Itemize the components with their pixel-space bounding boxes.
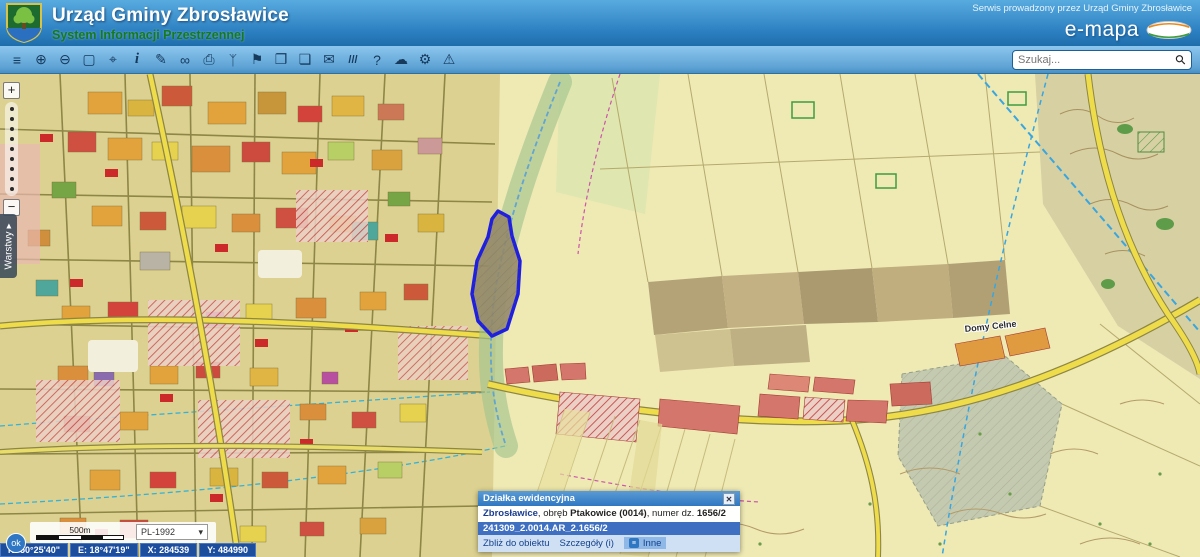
parcel-identifier-row[interactable]: 241309_2.0014.AR_2.1656/2: [478, 522, 740, 535]
page-title: Urząd Gminy Zbrosławice: [52, 5, 289, 27]
zoom-step-dot[interactable]: [10, 187, 14, 191]
geoportal-logo: [1146, 21, 1192, 39]
select-area-icon[interactable]: ▢: [77, 49, 101, 71]
zoom-step-dot[interactable]: [10, 127, 14, 131]
projection-select[interactable]: PL-1992 ▾: [136, 524, 208, 540]
coord-y: Y: 484990: [199, 543, 256, 557]
link-icon[interactable]: ∞: [173, 49, 197, 71]
parcel-obreb: Ptakowice (0014): [570, 508, 647, 519]
zoom-step-dot[interactable]: [10, 167, 14, 171]
zoom-in-icon[interactable]: ⊕: [29, 49, 53, 71]
parcel-town: Zbrosławice: [483, 508, 538, 519]
zoom-slider[interactable]: [5, 102, 18, 196]
emapa-brand: e-mapa: [1065, 18, 1139, 42]
parcel-number: 1656/2: [697, 508, 726, 519]
search-box[interactable]: ⚲: [1012, 50, 1192, 70]
map-canvas[interactable]: Domy Celne: [0, 74, 1200, 557]
layers-icon[interactable]: ≡: [5, 49, 29, 71]
inne-label: Inne: [643, 538, 662, 549]
toolbar: ≡ ⊕ ⊖ ▢ ⌖ i ✎ ∞ ⎙ ᛉ ⚑ ❐ ❏ ✉ /// ? ☁ ⚙ ⚠ …: [0, 46, 1200, 74]
zoom-step-dot[interactable]: [10, 117, 14, 121]
popup-actions: Zbliż do obiektu Szczegóły (i) ≡ Inne: [478, 535, 740, 552]
header: Urząd Gminy Zbrosławice System Informacj…: [0, 0, 1200, 46]
scale-widget: 500m: [36, 525, 124, 540]
alerts-icon[interactable]: ⚠: [437, 49, 461, 71]
print-icon[interactable]: ⎙: [197, 49, 221, 71]
search-icon[interactable]: ⚲: [1172, 50, 1190, 68]
zoom-panel: + −: [3, 82, 20, 216]
copy-view-icon[interactable]: ❐: [269, 49, 293, 71]
coordinate-readout: N: 50°25'40" E: 18°47'19" X: 284539 Y: 4…: [0, 543, 256, 557]
zoom-step-dot[interactable]: [10, 107, 14, 111]
chevron-expand-icon: ▸: [3, 223, 14, 228]
coord-longitude: E: 18°47'19": [70, 543, 138, 557]
zoom-step-dot[interactable]: [10, 177, 14, 181]
message-icon[interactable]: ✉: [317, 49, 341, 71]
popup-title: Działka ewidencyjna: [483, 493, 575, 504]
pan-center-icon[interactable]: ⌖: [101, 49, 125, 71]
title-block: Urząd Gminy Zbrosławice System Informacj…: [52, 5, 289, 42]
layers-tab-label: Warstwy: [3, 231, 14, 269]
scale-panel: 500m PL-1992 ▾: [30, 522, 216, 543]
zoom-step-dot[interactable]: [10, 137, 14, 141]
municipality-crest-logo: [5, 2, 43, 44]
projection-value: PL-1992: [141, 527, 175, 537]
chevron-down-icon: ▾: [198, 527, 203, 538]
info-icon[interactable]: i: [125, 49, 149, 71]
gallery-icon[interactable]: ❏: [293, 49, 317, 71]
inne-icon: ≡: [629, 538, 639, 548]
layers-panel-tab[interactable]: Warstwy ▸: [0, 214, 17, 278]
zoom-out-icon[interactable]: ⊖: [53, 49, 77, 71]
parcel-description: Zbrosławice, obręb Ptakowice (0014), num…: [478, 506, 740, 522]
page-subtitle: System Informacji Przestrzennej: [52, 28, 289, 42]
zoom-to-object-link[interactable]: Zbliż do obiektu: [483, 538, 550, 549]
street-view-icon[interactable]: ᛉ: [221, 49, 245, 71]
ok-attribution-badge[interactable]: ok: [6, 533, 26, 553]
measure-icon[interactable]: ✎: [149, 49, 173, 71]
header-right: Serwis prowadzony przez Urząd Gminy Zbro…: [972, 3, 1192, 42]
scale-label: 500m: [69, 525, 90, 535]
parcel-sep: , obręb: [538, 508, 570, 519]
help-icon[interactable]: ?: [365, 49, 389, 71]
cloud-icon[interactable]: ☁: [389, 49, 413, 71]
map-viewport[interactable]: Domy Celne + − Warstwy ▸: [0, 74, 1200, 557]
hatch-measure-icon[interactable]: ///: [341, 49, 365, 71]
marker-icon[interactable]: ⚑: [245, 49, 269, 71]
coord-x: X: 284539: [140, 543, 198, 557]
parcel-sep2: , numer dz.: [647, 508, 697, 519]
zoom-in-button[interactable]: +: [3, 82, 20, 99]
zoom-step-dot[interactable]: [10, 157, 14, 161]
details-link[interactable]: Szczegóły (i): [560, 538, 614, 549]
popup-header: Działka ewidencyjna ✕: [478, 491, 740, 506]
search-input[interactable]: [1018, 54, 1176, 66]
geoportal-app: Urząd Gminy Zbrosławice System Informacj…: [0, 0, 1200, 557]
parcel-info-popup: Działka ewidencyjna ✕ Zbrosławice, obręb…: [478, 491, 740, 552]
close-icon[interactable]: ✕: [723, 493, 735, 505]
scale-bar: [36, 535, 124, 540]
zoom-step-dot[interactable]: [10, 147, 14, 151]
settings-icon[interactable]: ⚙: [413, 49, 437, 71]
service-note: Serwis prowadzony przez Urząd Gminy Zbro…: [972, 3, 1192, 14]
other-actions-button[interactable]: ≡ Inne: [624, 537, 667, 549]
